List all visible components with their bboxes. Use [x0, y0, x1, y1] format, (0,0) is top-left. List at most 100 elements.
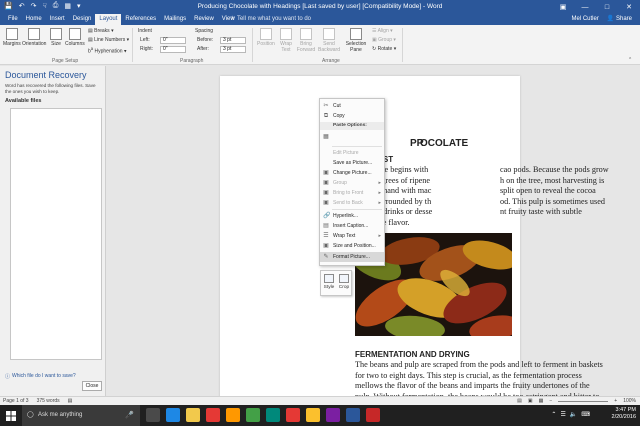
taskbar-app-icon[interactable]: [186, 408, 200, 422]
window-controls: ▣ — □ ✕: [552, 0, 640, 14]
taskbar-app-icon[interactable]: [346, 408, 360, 422]
proofing-icon[interactable]: ▤: [68, 398, 73, 404]
maximize-icon[interactable]: □: [596, 0, 618, 14]
minimize-icon[interactable]: —: [574, 0, 596, 14]
menu-item-wrap-text[interactable]: ☰ Wrap Text ▸: [320, 231, 384, 241]
taskbar-app-icon[interactable]: [226, 408, 240, 422]
submenu-arrow-icon: ▸: [378, 200, 381, 206]
crop-button[interactable]: Crop: [337, 274, 351, 290]
group-button[interactable]: ▣ Group ▾: [372, 37, 396, 43]
style-button[interactable]: Style: [322, 274, 336, 290]
bring-to-front-icon: ▣: [323, 190, 329, 196]
submenu-arrow-icon: ▸: [378, 190, 381, 196]
taskbar-app-icon[interactable]: [206, 408, 220, 422]
position-button[interactable]: Position: [257, 28, 275, 47]
page-count[interactable]: Page 1 of 3: [3, 398, 29, 404]
margins-button[interactable]: Margins: [3, 28, 21, 47]
hyphenation-button[interactable]: ba Hyphenation ▾: [88, 46, 126, 55]
menu-item-bring-to-front[interactable]: ▣ Bring to Front ▸: [320, 188, 384, 198]
print-layout-icon[interactable]: ▣: [528, 398, 533, 404]
recovery-close-button[interactable]: Close: [82, 381, 102, 391]
size-button[interactable]: Size: [50, 28, 62, 47]
paste-option-keep-source[interactable]: ▦: [320, 131, 384, 143]
zoom-in-icon[interactable]: +: [614, 398, 617, 404]
selection-pane-button[interactable]: Selection Pane: [344, 28, 368, 53]
send-backward-button[interactable]: Send Backward: [318, 28, 340, 53]
menu-item-hyperlink[interactable]: 🔗 Hyperlink...: [320, 211, 384, 221]
tell-me-box[interactable]: ☀ Tell me what you want to do: [230, 14, 311, 25]
breaks-button[interactable]: ▤ Breaks ▾: [88, 28, 114, 34]
microphone-icon[interactable]: 🎤: [125, 405, 134, 426]
menu-item-save-as-picture[interactable]: Save as Picture...: [320, 158, 384, 168]
taskbar-app-icon[interactable]: [246, 408, 260, 422]
menu-item-size-and-position[interactable]: ▣ Size and Position...: [320, 241, 384, 251]
start-button[interactable]: [0, 405, 22, 426]
rotate-button[interactable]: ↻ Rotate ▾: [372, 46, 396, 52]
zoom-level[interactable]: 100%: [623, 398, 636, 404]
keyboard-icon[interactable]: ⌨: [581, 411, 590, 418]
volume-icon[interactable]: 🔈: [570, 411, 577, 418]
menu-item-insert-caption[interactable]: ▤ Insert Caption...: [320, 221, 384, 231]
group-divider: [132, 28, 133, 62]
taskbar-app-icon[interactable]: [166, 408, 180, 422]
taskbar-app-icon[interactable]: [146, 408, 160, 422]
group-divider: [402, 28, 403, 62]
wrap-text-button[interactable]: Wrap Text: [278, 28, 294, 53]
menu-item-edit-picture[interactable]: Edit Picture: [320, 148, 384, 158]
tab-references[interactable]: References: [121, 14, 160, 25]
close-icon[interactable]: ✕: [618, 0, 640, 14]
menu-item-format-picture[interactable]: ✎ Format Picture...: [320, 252, 384, 262]
web-layout-icon[interactable]: ▦: [539, 398, 544, 404]
taskbar-clock[interactable]: 3:47 PM 2/20/2016: [612, 407, 636, 421]
taskbar-search-box[interactable]: ◯ Ask me anything 🎤: [22, 405, 140, 426]
taskbar-app-icon[interactable]: [306, 408, 320, 422]
indent-right-input[interactable]: 0": [160, 46, 186, 53]
columns-button[interactable]: Columns: [65, 28, 85, 47]
menu-item-cut[interactable]: ✂ Cut: [320, 101, 384, 111]
margins-icon: [5, 28, 18, 40]
indent-left-input[interactable]: 0": [160, 37, 186, 44]
zoom-out-icon[interactable]: −: [549, 398, 552, 404]
menu-separator: [332, 146, 382, 147]
bring-forward-button[interactable]: Bring Forward: [296, 28, 316, 53]
menu-item-change-picture[interactable]: ▣ Change Picture...: [320, 168, 384, 178]
orientation-button[interactable]: Orientation: [22, 28, 46, 47]
share-button[interactable]: 👤 Share: [607, 14, 632, 25]
word-count[interactable]: 375 words: [37, 398, 60, 404]
taskbar-app-icon[interactable]: [286, 408, 300, 422]
ribbon-display-icon[interactable]: ▣: [552, 0, 574, 14]
taskbar-app-icon[interactable]: [366, 408, 380, 422]
notification-chevron-icon[interactable]: ⌃: [551, 411, 556, 418]
spacing-after-input[interactable]: 3 pt: [220, 46, 246, 53]
document-title-right: OCOLATE: [420, 138, 469, 149]
which-file-link[interactable]: ⓘ Which file do I want to save?: [5, 373, 76, 380]
available-files-list[interactable]: [10, 108, 102, 360]
read-mode-icon[interactable]: ▤: [517, 398, 522, 404]
harvest-line-right: split open to reveal the cocoa: [500, 186, 596, 196]
tab-mailings[interactable]: Mailings: [160, 14, 190, 25]
taskbar-app-icon[interactable]: [326, 408, 340, 422]
zoom-slider[interactable]: [558, 400, 609, 402]
taskbar-app-icon[interactable]: [266, 408, 280, 422]
paste-options-header: Paste Options:: [320, 122, 384, 130]
menu-item-send-to-back[interactable]: ▣ Send to Back ▸: [320, 198, 384, 208]
align-button[interactable]: ☰ Align ▾: [372, 28, 393, 34]
available-files-label: Available files: [5, 98, 42, 104]
spacing-before-input[interactable]: 3 pt: [220, 37, 246, 44]
collapse-ribbon-icon[interactable]: ⌃: [628, 57, 632, 63]
menu-item-group[interactable]: ▣ Group ▸: [320, 178, 384, 188]
paragraph-group-label: Paragraph: [180, 58, 204, 64]
tab-design[interactable]: Design: [69, 14, 96, 25]
network-icon[interactable]: ☰: [560, 411, 565, 418]
fermentation-heading: FERMENTATION AND DRYING: [355, 350, 470, 359]
menu-item-copy[interactable]: ⧉ Copy: [320, 111, 384, 121]
tab-file[interactable]: File: [4, 14, 22, 25]
line-numbers-button[interactable]: ▤ Line Numbers ▾: [88, 37, 129, 43]
tab-insert[interactable]: Insert: [46, 14, 69, 25]
tab-review[interactable]: Review: [190, 14, 218, 25]
user-name[interactable]: Mel Cutler: [572, 14, 599, 25]
submenu-arrow-icon: ▸: [378, 233, 381, 239]
tab-home[interactable]: Home: [22, 14, 46, 25]
tab-layout[interactable]: Layout: [95, 14, 122, 25]
window-title: Producing Chocolate with Headings [Last …: [197, 3, 443, 10]
